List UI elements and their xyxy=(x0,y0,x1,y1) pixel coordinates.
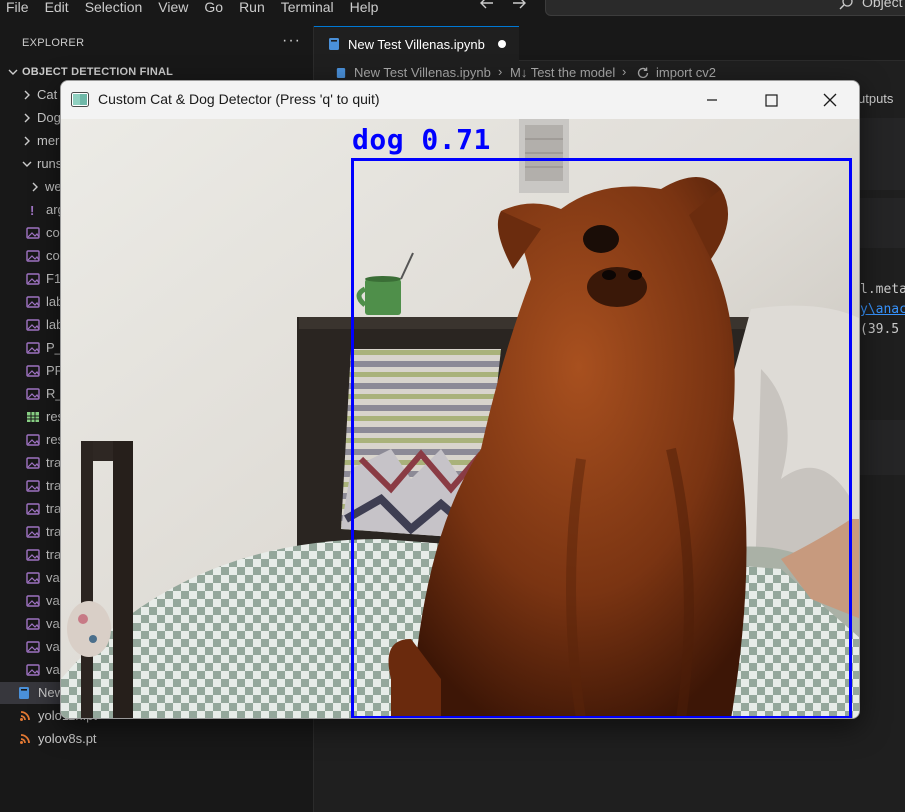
tree-item-label: mer xyxy=(37,133,60,148)
image-file-icon xyxy=(26,548,40,562)
menu-file[interactable]: File xyxy=(0,0,37,14)
yaml-file-icon: ! xyxy=(26,203,40,218)
arrow-right-icon[interactable] xyxy=(510,0,528,12)
menu-go[interactable]: Go xyxy=(196,0,231,14)
chevron-down-icon xyxy=(6,65,20,79)
tree-item-label: va xyxy=(46,593,60,608)
menu-view[interactable]: View xyxy=(150,0,196,14)
explorer-title: EXPLORER xyxy=(22,37,85,49)
image-file-icon xyxy=(26,502,40,516)
tree-item-label: tra xyxy=(46,501,62,516)
image-file-icon xyxy=(26,663,40,677)
breadcrumb-separator-icon: › xyxy=(498,64,503,79)
history-nav xyxy=(478,0,528,12)
camera-frame-image xyxy=(61,119,859,718)
folder-closed-chevron-icon xyxy=(28,180,42,194)
tree-item-label: Dog xyxy=(37,110,61,125)
menu-run[interactable]: Run xyxy=(231,0,273,14)
tree-item-label: tra xyxy=(46,455,62,470)
tree-item-label: tra xyxy=(46,478,62,493)
tree-item-label: va xyxy=(46,570,60,585)
image-file-icon xyxy=(26,640,40,654)
folder-closed-chevron-icon xyxy=(20,111,34,125)
app-icon xyxy=(71,92,89,107)
workspace-folder-name: OBJECT DETECTION FINAL xyxy=(22,66,174,78)
code-link[interactable]: y\anac xyxy=(860,302,905,317)
csv-file-icon xyxy=(26,410,40,424)
tree-item-label: F1 xyxy=(46,271,62,286)
model-file-icon xyxy=(18,709,32,723)
image-file-icon xyxy=(26,525,40,539)
tree-file-item[interactable]: yolov8s.pt xyxy=(0,728,314,750)
image-file-icon xyxy=(26,433,40,447)
tree-item-label: co xyxy=(46,248,60,263)
search-icon xyxy=(838,0,854,11)
image-file-icon xyxy=(26,479,40,493)
notebook-icon xyxy=(328,37,340,51)
folder-closed-chevron-icon xyxy=(20,88,34,102)
image-file-icon xyxy=(26,571,40,585)
tree-item-label: co xyxy=(46,225,60,240)
tree-item-label: Cat xyxy=(37,87,58,102)
image-file-icon xyxy=(26,387,40,401)
image-file-icon xyxy=(26,318,40,332)
detection-label: dog 0.71 xyxy=(352,123,491,156)
code-line: l.meta xyxy=(860,282,905,297)
menu-edit[interactable]: Edit xyxy=(37,0,77,14)
tree-item-label: tra xyxy=(46,547,62,562)
menu-bar: File Edit Selection View Go Run Terminal… xyxy=(0,0,905,26)
image-file-icon xyxy=(26,364,40,378)
menu-help[interactable]: Help xyxy=(342,0,387,14)
tab-notebook[interactable]: New Test Villenas.ipynb xyxy=(314,26,519,61)
image-file-icon xyxy=(26,456,40,470)
menu-selection[interactable]: Selection xyxy=(77,0,151,14)
notebook-icon xyxy=(18,686,32,700)
folder-open-chevron-icon xyxy=(20,157,34,171)
tree-item-label: va xyxy=(46,616,60,631)
breadcrumb-symbol[interactable]: import cv2 xyxy=(656,65,716,80)
cell-output-block xyxy=(858,118,905,190)
image-file-icon xyxy=(26,249,40,263)
unsaved-dot-icon[interactable] xyxy=(498,40,506,48)
image-file-icon xyxy=(26,226,40,240)
tree-item-label: runs xyxy=(37,156,63,171)
image-file-icon xyxy=(26,295,40,309)
folder-closed-chevron-icon xyxy=(20,134,34,148)
breadcrumb-file[interactable]: New Test Villenas.ipynb xyxy=(354,65,491,80)
camera-frame: dog 0.71 xyxy=(61,119,859,718)
more-actions-icon[interactable]: ··· xyxy=(282,32,301,50)
cell-output-block xyxy=(858,420,905,475)
wall-calendar xyxy=(519,119,569,193)
tree-item-label: va xyxy=(46,639,60,654)
image-file-icon xyxy=(26,272,40,286)
image-file-icon xyxy=(26,594,40,608)
maximize-icon[interactable] xyxy=(761,90,781,110)
command-center-text: Object xyxy=(862,0,903,10)
breadcrumb-separator-icon: › xyxy=(622,64,627,79)
detector-window: Custom Cat & Dog Detector (Press 'q' to … xyxy=(60,80,860,719)
image-file-icon xyxy=(26,341,40,355)
cell-output-block xyxy=(858,198,905,248)
tab-label: New Test Villenas.ipynb xyxy=(348,37,485,52)
model-file-icon xyxy=(18,732,32,746)
image-file-icon xyxy=(26,617,40,631)
tree-item-label: tra xyxy=(46,524,62,539)
editor-tab-bar: New Test Villenas.ipynb xyxy=(314,26,905,61)
window-titlebar[interactable]: Custom Cat & Dog Detector (Press 'q' to … xyxy=(61,81,859,119)
minimize-icon[interactable] xyxy=(702,90,722,110)
svg-text:!: ! xyxy=(30,203,34,217)
arrow-left-icon[interactable] xyxy=(478,0,496,12)
window-title: Custom Cat & Dog Detector (Press 'q' to … xyxy=(98,91,380,107)
menu-terminal[interactable]: Terminal xyxy=(273,0,342,14)
tree-item-label: yolov8s.pt xyxy=(38,731,97,746)
outputs-button[interactable]: utputs xyxy=(858,91,893,106)
code-line: (39.5 xyxy=(860,322,900,337)
close-icon[interactable] xyxy=(820,90,840,110)
command-center[interactable]: Object xyxy=(545,0,905,16)
breadcrumb-section[interactable]: M↓ Test the model xyxy=(510,65,615,80)
